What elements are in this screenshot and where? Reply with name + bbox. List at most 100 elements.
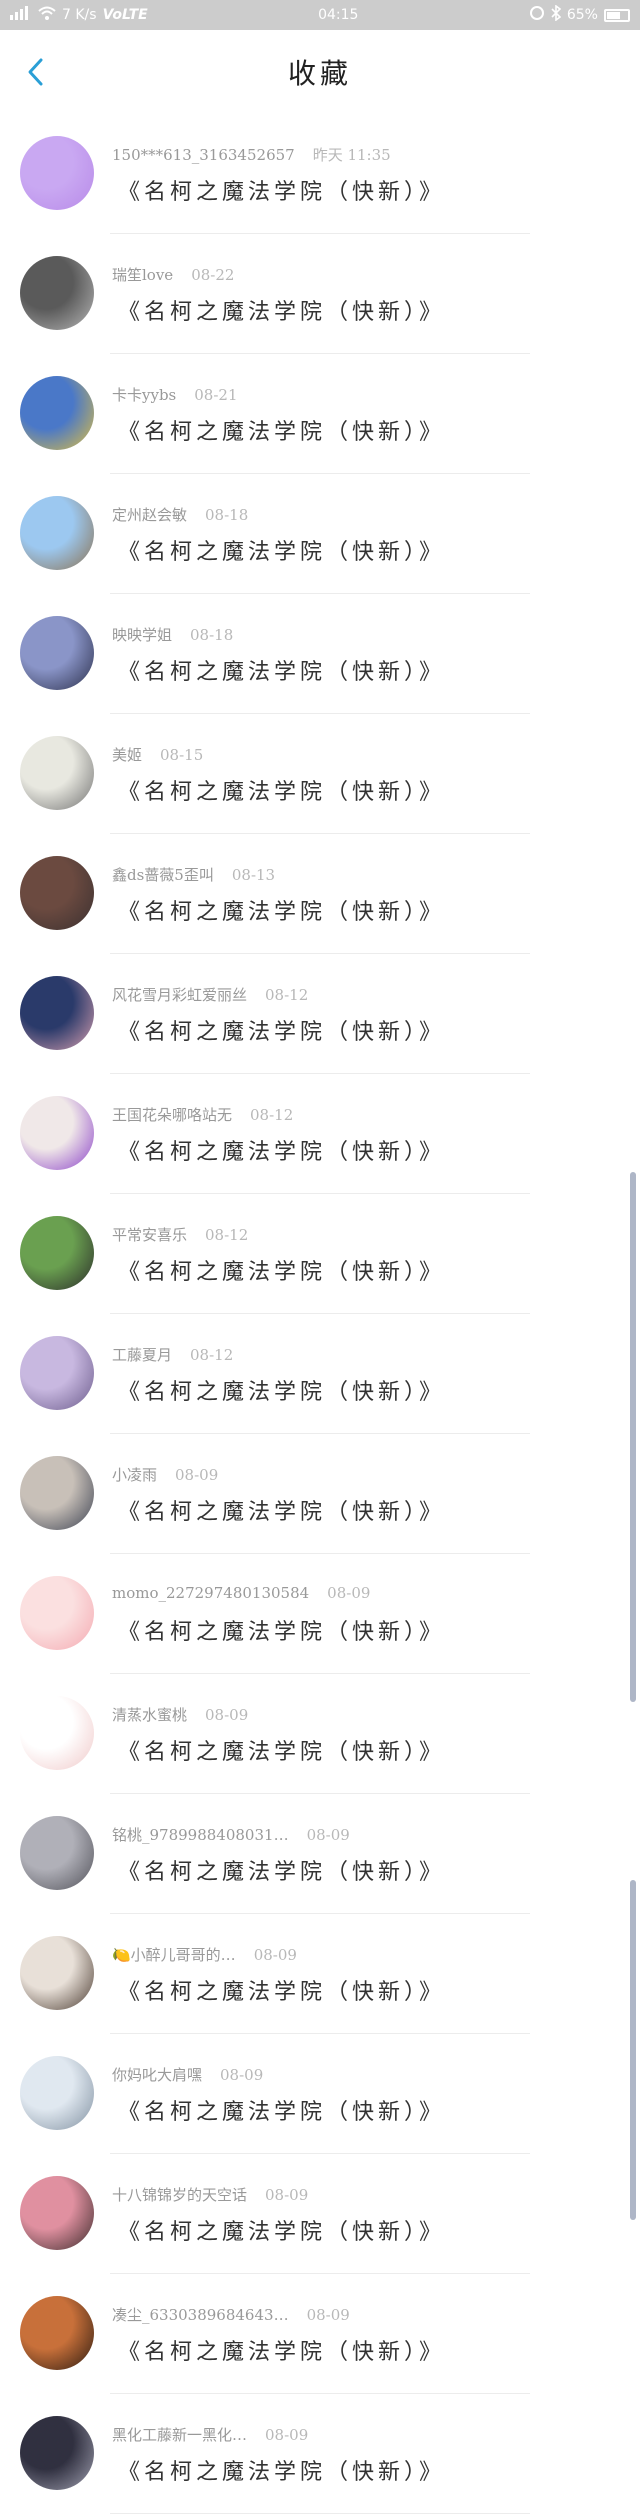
timestamp: 08-12	[190, 1346, 234, 1364]
book-title[interactable]: 《名柯之魔法学院（快新）》	[118, 294, 445, 326]
list-item[interactable]: 十八锦锦岁的天空话 08-09 《名柯之魔法学院（快新）》	[0, 2154, 640, 2274]
list-item[interactable]: momo_227297480130584 08-09 《名柯之魔法学院（快新）》	[0, 1554, 640, 1674]
avatar[interactable]	[20, 2296, 94, 2370]
avatar[interactable]	[20, 1576, 94, 1650]
book-title[interactable]: 《名柯之魔法学院（快新）》	[118, 1494, 445, 1526]
bluetooth-icon	[551, 4, 562, 25]
list-item[interactable]: 卡卡yybs 08-21 《名柯之魔法学院（快新）》	[0, 354, 640, 474]
book-title[interactable]: 《名柯之魔法学院（快新）》	[118, 894, 445, 926]
user-name: 黑化工藤新一黑化…	[112, 2426, 248, 2444]
user-name: 平常安喜乐	[112, 1226, 188, 1244]
clock: 04:15	[318, 7, 359, 23]
book-title[interactable]: 《名柯之魔法学院（快新）》	[118, 1134, 445, 1166]
avatar[interactable]	[20, 2056, 94, 2130]
avatar[interactable]	[20, 1336, 94, 1410]
item-meta: 卡卡yybs 08-21	[112, 384, 238, 405]
item-meta: 150***613_3163452657 昨天 11:35	[112, 144, 391, 165]
timestamp: 08-13	[231, 866, 276, 884]
timestamp: 08-09	[265, 2426, 309, 2444]
back-button[interactable]	[20, 52, 50, 92]
book-title[interactable]: 《名柯之魔法学院（快新）》	[118, 1014, 445, 1046]
avatar[interactable]	[20, 736, 94, 810]
chevron-left-icon	[28, 58, 43, 86]
book-title[interactable]: 《名柯之魔法学院（快新）》	[118, 2454, 445, 2486]
book-title[interactable]: 《名柯之魔法学院（快新）》	[118, 1734, 445, 1766]
item-meta: 黑化工藤新一黑化… 08-09	[112, 2424, 308, 2445]
list-item[interactable]: 清蒸水蜜桃 08-09 《名柯之魔法学院（快新）》	[0, 1674, 640, 1794]
user-name: 你妈叱大肩嘿	[112, 2066, 203, 2084]
avatar[interactable]	[20, 1696, 94, 1770]
user-name: 瑞笙love	[112, 266, 174, 284]
item-meta: 映映学姐 08-18	[112, 624, 233, 645]
avatar[interactable]	[20, 616, 94, 690]
avatar[interactable]	[20, 1456, 94, 1530]
list-item[interactable]: 映映学姐 08-18 《名柯之魔法学院（快新）》	[0, 594, 640, 714]
avatar[interactable]	[20, 2416, 94, 2490]
book-title[interactable]: 《名柯之魔法学院（快新）》	[118, 534, 445, 566]
book-title[interactable]: 《名柯之魔法学院（快新）》	[118, 774, 445, 806]
user-name: 卡卡yybs	[112, 386, 177, 404]
book-title[interactable]: 《名柯之魔法学院（快新）》	[118, 2094, 445, 2126]
list-item[interactable]: 风花雪月彩虹爱丽丝 08-12 《名柯之魔法学院（快新）》	[0, 954, 640, 1074]
list-item[interactable]: 你妈叱大肩嘿 08-09 《名柯之魔法学院（快新）》	[0, 2034, 640, 2154]
list-item[interactable]: 黑化工藤新一黑化… 08-09 《名柯之魔法学院（快新）》	[0, 2394, 640, 2514]
user-name: 小凌雨	[112, 1466, 158, 1484]
item-meta: 十八锦锦岁的天空话 08-09	[112, 2184, 308, 2205]
avatar[interactable]	[20, 2176, 94, 2250]
avatar[interactable]	[20, 976, 94, 1050]
book-title[interactable]: 《名柯之魔法学院（快新）》	[118, 1614, 445, 1646]
timestamp: 08-09	[265, 2186, 309, 2204]
item-meta: 清蒸水蜜桃 08-09	[112, 1704, 248, 1725]
wifi-icon	[38, 6, 56, 24]
list-item[interactable]: 小凌雨 08-09 《名柯之魔法学院（快新）》	[0, 1434, 640, 1554]
list-item[interactable]: 平常安喜乐 08-12 《名柯之魔法学院（快新）》	[0, 1194, 640, 1314]
avatar[interactable]	[20, 376, 94, 450]
list-item[interactable]: 🍋小醉儿哥哥的… 08-09 《名柯之魔法学院（快新）》	[0, 1914, 640, 2034]
avatar[interactable]	[20, 496, 94, 570]
book-title[interactable]: 《名柯之魔法学院（快新）》	[118, 1374, 445, 1406]
list-item[interactable]: 王国花朵哪咯站无 08-12 《名柯之魔法学院（快新）》	[0, 1074, 640, 1194]
avatar[interactable]	[20, 1936, 94, 2010]
avatar[interactable]	[20, 1096, 94, 1170]
avatar[interactable]	[20, 1816, 94, 1890]
battery-icon	[603, 8, 630, 22]
list-item[interactable]: 凑尘_6330389684643… 08-09 《名柯之魔法学院（快新）》	[0, 2274, 640, 2394]
book-title[interactable]: 《名柯之魔法学院（快新）》	[118, 1974, 445, 2006]
list-item[interactable]: 美姬 08-15 《名柯之魔法学院（快新）》	[0, 714, 640, 834]
book-title[interactable]: 《名柯之魔法学院（快新）》	[118, 2334, 445, 2366]
scrollbar-secondary[interactable]	[630, 1880, 636, 2220]
item-meta: 工藤夏月 08-12	[112, 1344, 233, 1365]
book-title[interactable]: 《名柯之魔法学院（快新）》	[118, 174, 445, 206]
status-bar: 7 K/s VoLTE 04:15 65%	[0, 0, 640, 30]
user-name: 工藤夏月	[112, 1346, 173, 1364]
book-title[interactable]: 《名柯之魔法学院（快新）》	[118, 1254, 445, 1286]
list-item[interactable]: 瑞笙love 08-22 《名柯之魔法学院（快新）》	[0, 234, 640, 354]
user-name: 清蒸水蜜桃	[112, 1706, 188, 1724]
list-item[interactable]: 鑫ds蔷薇5歪叫 08-13 《名柯之魔法学院（快新）》	[0, 834, 640, 954]
timestamp: 08-18	[205, 506, 249, 524]
book-title[interactable]: 《名柯之魔法学院（快新）》	[118, 1854, 445, 1886]
avatar[interactable]	[20, 256, 94, 330]
timestamp: 08-12	[250, 1106, 294, 1124]
avatar[interactable]	[20, 136, 94, 210]
item-meta: 王国花朵哪咯站无 08-12	[112, 1104, 293, 1125]
avatar[interactable]	[20, 856, 94, 930]
item-meta: 🍋小醉儿哥哥的… 08-09	[112, 1944, 297, 1965]
avatar[interactable]	[20, 1216, 94, 1290]
user-name: 风花雪月彩虹爱丽丝	[112, 986, 248, 1004]
list-item[interactable]: 铭桃_9789988408031… 08-09 《名柯之魔法学院（快新）》	[0, 1794, 640, 1914]
list-item[interactable]: 150***613_3163452657 昨天 11:35 《名柯之魔法学院（快新）…	[0, 114, 640, 234]
item-meta: 美姬 08-15	[112, 744, 203, 765]
list-item[interactable]: 定州赵会敏 08-18 《名柯之魔法学院（快新）》	[0, 474, 640, 594]
item-meta: 平常安喜乐 08-12	[112, 1224, 248, 1245]
user-name: 🍋小醉儿哥哥的…	[112, 1946, 236, 1964]
signal-icon	[10, 6, 32, 24]
list-item[interactable]: 工藤夏月 08-12 《名柯之魔法学院（快新）》	[0, 1314, 640, 1434]
book-title[interactable]: 《名柯之魔法学院（快新）》	[118, 654, 445, 686]
scrollbar[interactable]	[630, 1172, 636, 1702]
book-title[interactable]: 《名柯之魔法学院（快新）》	[118, 414, 445, 446]
item-meta: 铭桃_9789988408031… 08-09	[112, 1824, 350, 1845]
item-meta: 你妈叱大肩嘿 08-09	[112, 2064, 263, 2085]
book-title[interactable]: 《名柯之魔法学院（快新）》	[118, 2214, 445, 2246]
user-name: 映映学姐	[112, 626, 173, 644]
